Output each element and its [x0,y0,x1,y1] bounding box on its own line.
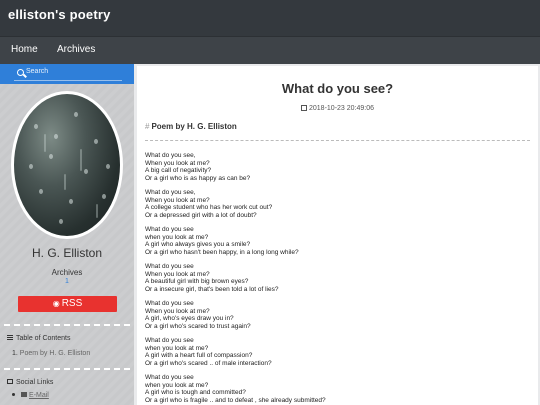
search-input[interactable]: Search [14,67,122,81]
post-date: 2018-10-23 20:49:06 [137,104,538,112]
nav-home[interactable]: Home [11,44,38,55]
heading-anchor[interactable]: # [145,122,149,131]
avatar [11,91,123,239]
search-bar: Search [0,64,134,84]
poem-line: Or a girl who's scared .. of male intera… [145,359,272,367]
social-item-email[interactable]: E-Mail [12,392,49,399]
site-title[interactable]: elliston's poetry [8,7,111,22]
poem-stanza: What do you see when you look at me? A g… [145,226,530,256]
poem-line: What do you see [145,226,194,233]
poem-line: What do you see [145,337,194,344]
poem-line: When you look at me? [145,307,210,315]
poem-line: When you look at me? [145,270,210,278]
poem-stanza: What do you see When you look at me? A g… [145,300,530,330]
poem-line: A big call of negativity? [145,167,212,174]
bullet [12,393,15,396]
sidebar: Search H. G. Elliston Archives 1 ◉ RSS Ta… [0,64,134,405]
poem-line: Or a girl who's scared to trust again? [145,322,251,330]
rss-label: RSS [61,298,83,309]
search-icon [17,69,24,76]
archives-count[interactable]: 1 [0,278,134,285]
post-title: What do you see? [281,81,394,96]
post-heading[interactable]: # Poem by H. G. Elliston [145,122,237,131]
poem-line: A beautiful girl with big brown eyes? [145,278,249,285]
main-nav: Home Archives [0,36,540,64]
poem-body: What do you see, When you look at me? A … [145,152,530,405]
divider [4,368,130,370]
post-content: What do you see? 2018-10-23 20:49:06 # Po… [137,66,538,405]
poem-line: What do you see [145,300,194,307]
poem-line: A college student who has her work cut o… [145,204,273,211]
email-link[interactable]: E-Mail [29,392,49,399]
poem-line: What do you see [145,263,194,270]
poem-line: Or a girl who is fragile .. and to defea… [145,396,326,404]
poem-line: Or a insecure girl, that's been told a l… [145,285,279,293]
toc-title: Table of Contents [7,335,70,342]
social-title: Social Links [7,379,53,386]
poem-line: A girl with a heart full of compassion? [145,352,253,359]
address-card-icon [7,379,13,384]
poem-line: Or a depressed girl with a lot of doubt? [145,211,257,219]
calendar-icon [301,105,307,111]
heading-divider [145,140,530,141]
poem-line: A girl, who's eyes draw you in? [145,315,234,322]
social-title-text: Social Links [16,379,54,386]
poem-stanza: What do you see When you look at me? A b… [145,263,530,293]
poem-line: Or a girl who hasn't been happy, in a lo… [145,248,299,256]
poem-line: when you look at me? [145,233,209,241]
poem-line: When you look at me? [145,159,210,167]
search-placeholder: Search [26,68,49,75]
poem-line: What do you see [145,374,194,381]
divider [4,324,130,326]
poem-line: A girl who is tough and committed? [145,389,246,396]
post-date-text: 2018-10-23 20:49:06 [309,105,374,112]
poem-line: A girl who always gives you a smile? [145,241,251,248]
poem-stanza: What do you see when you look at me? A g… [145,374,530,404]
poem-stanza: What do you see, When you look at me? A … [145,189,530,219]
site-header: elliston's poetry [0,0,540,36]
rss-button[interactable]: ◉ RSS [18,296,117,312]
poem-stanza: What do you see when you look at me? A g… [145,337,530,367]
list-icon [7,335,13,340]
archives-link[interactable]: Archives [0,268,134,277]
poem-stanza: What do you see, When you look at me? A … [145,152,530,182]
poem-line: When you look at me? [145,196,210,204]
toc-item-number: 1. [12,350,18,357]
rss-icon: ◉ [52,299,60,308]
toc-item-link[interactable]: Poem by H. G. Elliston [20,350,90,357]
poem-line: when you look at me? [145,381,209,389]
poem-line: What do you see, [145,189,196,196]
post-heading-text: Poem by H. G. Elliston [151,122,237,131]
poem-line: when you look at me? [145,344,209,352]
poem-line: What do you see, [145,152,196,159]
toc-title-text: Table of Contents [16,335,71,342]
envelope-icon [21,392,27,397]
nav-archives[interactable]: Archives [57,44,95,55]
toc-item[interactable]: 1. Poem by H. G. Elliston [12,350,90,357]
poem-line: Or a girl who is as happy as can be? [145,174,251,182]
author-name: H. G. Elliston [31,246,103,260]
